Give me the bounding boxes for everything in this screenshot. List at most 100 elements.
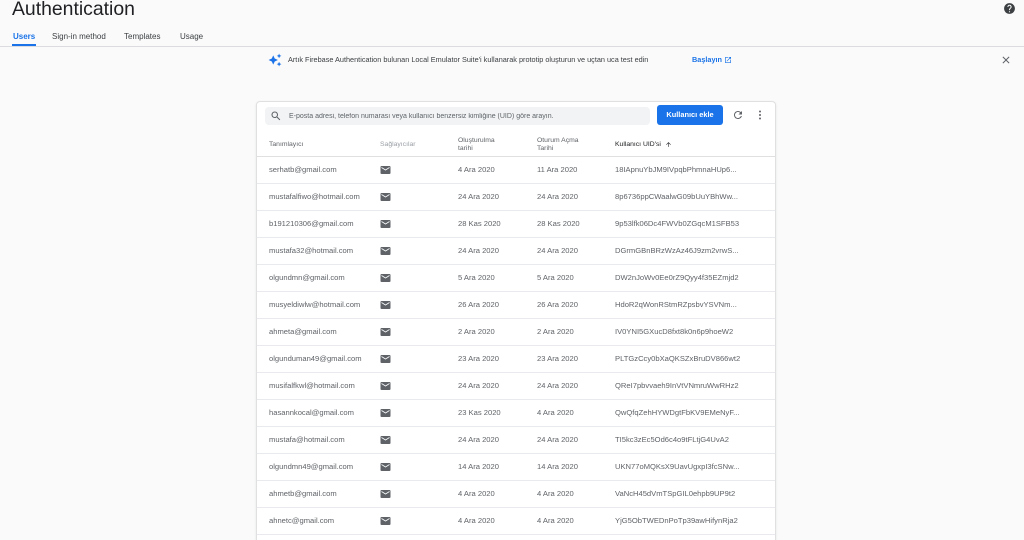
row-user-uid: TI5kc3zEc5Od6c4o9tFLtjG4UvA2 bbox=[615, 435, 729, 444]
row-user-uid: DGrmGBnBRzWzAz46J9zm2vrwS... bbox=[615, 246, 739, 255]
email-icon bbox=[380, 382, 391, 390]
row-created-date: 5 Ara 2020 bbox=[458, 273, 495, 282]
column-header-identifier[interactable]: Tanımlayıcı bbox=[269, 133, 303, 156]
row-created-date: 24 Ara 2020 bbox=[458, 246, 499, 255]
row-user-uid: QwQfqZehHYWDgtFbKV9EMeNyF... bbox=[615, 408, 740, 417]
row-created-date: 23 Ara 2020 bbox=[458, 354, 499, 363]
row-user-uid: YjG5ObTWEDnPoTp39awHifynRja2 bbox=[615, 516, 738, 525]
column-header-providers: Sağlayıcılar bbox=[380, 140, 416, 148]
table-row[interactable]: musifalfkwl@hotmail.com 24 Ara 2020 24 A… bbox=[257, 373, 775, 400]
row-signed-in-date: 24 Ara 2020 bbox=[537, 192, 578, 201]
table-row[interactable]: olgundmn49@gmail.com 14 Ara 2020 14 Ara … bbox=[257, 454, 775, 481]
add-user-button[interactable]: Kullanıcı ekle bbox=[657, 105, 723, 125]
table-body: serhatb@gmail.com 4 Ara 2020 11 Ara 2020… bbox=[257, 157, 775, 535]
row-signed-in-date: 14 Ara 2020 bbox=[537, 462, 578, 471]
sparkle-icon bbox=[268, 53, 282, 67]
table-row[interactable]: b191210306@gmail.com 28 Kas 2020 28 Kas … bbox=[257, 211, 775, 238]
email-icon bbox=[380, 193, 391, 201]
help-icon[interactable] bbox=[1003, 2, 1016, 15]
row-user-uid: QReI7pbvvaeh9InVtVNmruWwRHz2 bbox=[615, 381, 739, 390]
email-icon bbox=[380, 328, 391, 336]
row-created-date: 14 Ara 2020 bbox=[458, 462, 499, 471]
row-identifier: musyeldiwlw@hotmail.com bbox=[269, 300, 361, 309]
row-identifier: serhatb@gmail.com bbox=[269, 165, 337, 174]
row-user-uid: 8p6736ppCWaalwG09bUuYBhWw... bbox=[615, 192, 738, 201]
page-title: Authentication bbox=[12, 0, 135, 20]
table-row[interactable]: ahnetc@gmail.com 4 Ara 2020 4 Ara 2020 Y… bbox=[257, 508, 775, 535]
row-signed-in-date: 2 Ara 2020 bbox=[537, 327, 574, 336]
row-identifier: mustafa@hotmail.com bbox=[269, 435, 345, 444]
table-row[interactable]: olgundmn@gmail.com 5 Ara 2020 5 Ara 2020… bbox=[257, 265, 775, 292]
table-row[interactable]: olgunduman49@gmail.com 23 Ara 2020 23 Ar… bbox=[257, 346, 775, 373]
row-created-date: 4 Ara 2020 bbox=[458, 489, 495, 498]
row-signed-in-date: 24 Ara 2020 bbox=[537, 381, 578, 390]
row-identifier: olgundmn@gmail.com bbox=[269, 273, 345, 282]
search-input[interactable] bbox=[289, 107, 644, 125]
table-row[interactable]: ahmeta@gmail.com 2 Ara 2020 2 Ara 2020 I… bbox=[257, 319, 775, 346]
row-identifier: ahmetb@gmail.com bbox=[269, 489, 337, 498]
users-table-card: Kullanıcı ekle Tanımlayıcı Sağlayıcılar … bbox=[256, 101, 776, 540]
tab-usage[interactable]: Usage bbox=[180, 32, 203, 42]
search-icon bbox=[271, 111, 281, 121]
row-identifier: mustafa32@hotmail.com bbox=[269, 246, 354, 255]
search-bar bbox=[265, 107, 650, 125]
tab-sign-in-method[interactable]: Sign-in method bbox=[52, 32, 106, 42]
row-signed-in-date: 4 Ara 2020 bbox=[537, 489, 574, 498]
email-icon bbox=[380, 517, 391, 525]
emulator-banner-text: Artık Firebase Authentication bulunan Lo… bbox=[288, 55, 649, 64]
get-started-link[interactable]: Başlayın bbox=[692, 55, 732, 65]
table-row[interactable]: hasannkocal@gmail.com 23 Kas 2020 4 Ara … bbox=[257, 400, 775, 427]
table-row[interactable]: mustafa@hotmail.com 24 Ara 2020 24 Ara 2… bbox=[257, 427, 775, 454]
authentication-page: Authentication Users Sign-in method Temp… bbox=[0, 0, 1024, 540]
row-signed-in-date: 11 Ara 2020 bbox=[537, 165, 578, 174]
tabs-divider bbox=[0, 46, 1024, 47]
table-row[interactable]: mustafalfiwo@hotmail.com 24 Ara 2020 24 … bbox=[257, 184, 775, 211]
row-user-uid: HdoR2qWonRStmRZpsbvYSVNm... bbox=[615, 300, 737, 309]
email-icon bbox=[380, 274, 391, 282]
column-header-created[interactable]: Oluşturulma tarihi bbox=[458, 133, 506, 156]
row-user-uid: 18IApnuYbJM9IVpqbPhmnaHUp6... bbox=[615, 165, 737, 174]
row-signed-in-date: 28 Kas 2020 bbox=[537, 219, 580, 228]
row-signed-in-date: 26 Ara 2020 bbox=[537, 300, 578, 309]
row-user-uid: UKN77oMQKsX9UavUgxpI3fcSNw... bbox=[615, 462, 740, 471]
email-icon bbox=[380, 247, 391, 255]
row-created-date: 26 Ara 2020 bbox=[458, 300, 499, 309]
row-created-date: 28 Kas 2020 bbox=[458, 219, 501, 228]
row-identifier: olgunduman49@gmail.com bbox=[269, 354, 362, 363]
row-created-date: 23 Kas 2020 bbox=[458, 408, 501, 417]
more-vert-icon[interactable] bbox=[754, 109, 766, 121]
row-identifier: mustafalfiwo@hotmail.com bbox=[269, 192, 360, 201]
column-header-signed-in[interactable]: Oturum Açma Tarihi bbox=[537, 133, 585, 156]
row-user-uid: 9p53lfk06Dc4FWVb0ZGqcM1SFB53 bbox=[615, 219, 740, 228]
table-row[interactable]: mustafa32@hotmail.com 24 Ara 2020 24 Ara… bbox=[257, 238, 775, 265]
row-identifier: ahnetc@gmail.com bbox=[269, 516, 335, 525]
row-signed-in-date: 24 Ara 2020 bbox=[537, 435, 578, 444]
tab-templates[interactable]: Templates bbox=[124, 32, 160, 42]
table-row[interactable]: ahmetb@gmail.com 4 Ara 2020 4 Ara 2020 V… bbox=[257, 481, 775, 508]
email-icon bbox=[380, 220, 391, 228]
row-created-date: 24 Ara 2020 bbox=[458, 192, 499, 201]
email-icon bbox=[380, 355, 391, 363]
row-identifier: hasannkocal@gmail.com bbox=[269, 408, 354, 417]
row-created-date: 4 Ara 2020 bbox=[458, 165, 495, 174]
refresh-icon[interactable] bbox=[732, 109, 744, 121]
row-signed-in-date: 5 Ara 2020 bbox=[537, 273, 574, 282]
row-created-date: 24 Ara 2020 bbox=[458, 435, 499, 444]
email-icon bbox=[380, 436, 391, 444]
get-started-link-label: Başlayın bbox=[692, 55, 723, 64]
row-created-date: 24 Ara 2020 bbox=[458, 381, 499, 390]
tab-users[interactable]: Users bbox=[13, 32, 35, 42]
row-identifier: ahmeta@gmail.com bbox=[269, 327, 337, 336]
email-icon bbox=[380, 166, 391, 174]
row-user-uid: IV0YNI5GXucD8fxt8k0n6p9hoeW2 bbox=[615, 327, 734, 336]
row-identifier: b191210306@gmail.com bbox=[269, 219, 354, 228]
close-icon[interactable] bbox=[1000, 54, 1012, 66]
column-header-user-uid[interactable]: Kullanıcı UID'si bbox=[615, 133, 672, 156]
table-row[interactable]: serhatb@gmail.com 4 Ara 2020 11 Ara 2020… bbox=[257, 157, 775, 184]
table-row[interactable]: musyeldiwlw@hotmail.com 26 Ara 2020 26 A… bbox=[257, 292, 775, 319]
row-signed-in-date: 4 Ara 2020 bbox=[537, 516, 574, 525]
row-signed-in-date: 23 Ara 2020 bbox=[537, 354, 578, 363]
arrow-up-icon bbox=[666, 142, 671, 147]
external-link-icon bbox=[725, 57, 732, 63]
row-user-uid: DW2nJoWv0Ee0rZ9Qyy4f35EZmjd2 bbox=[615, 273, 739, 282]
